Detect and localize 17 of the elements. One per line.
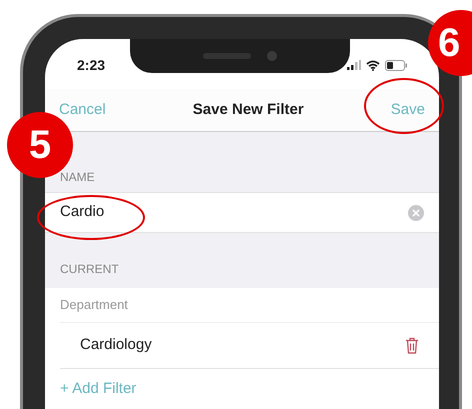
screen-title: Save New Filter <box>192 100 304 120</box>
group-label: Department <box>60 296 128 314</box>
signal-icon <box>347 60 361 70</box>
name-field[interactable]: Cardio <box>45 192 439 233</box>
wifi-icon <box>366 60 380 70</box>
field-value: Cardio <box>60 202 104 222</box>
battery-icon <box>385 60 407 70</box>
step-badge: 6 <box>428 10 472 76</box>
camera-icon <box>267 51 277 61</box>
cancel-button[interactable]: Cancel <box>59 98 106 122</box>
save-button[interactable]: Save <box>390 98 425 122</box>
section-header: CURRENT <box>60 261 119 278</box>
status-time: 2:23 <box>77 56 106 74</box>
add-filter-link[interactable]: + Add Filter <box>60 378 136 400</box>
trash-icon[interactable] <box>405 337 419 354</box>
filter-value: Cardiology <box>80 335 152 356</box>
section-header: NAME <box>60 169 95 186</box>
